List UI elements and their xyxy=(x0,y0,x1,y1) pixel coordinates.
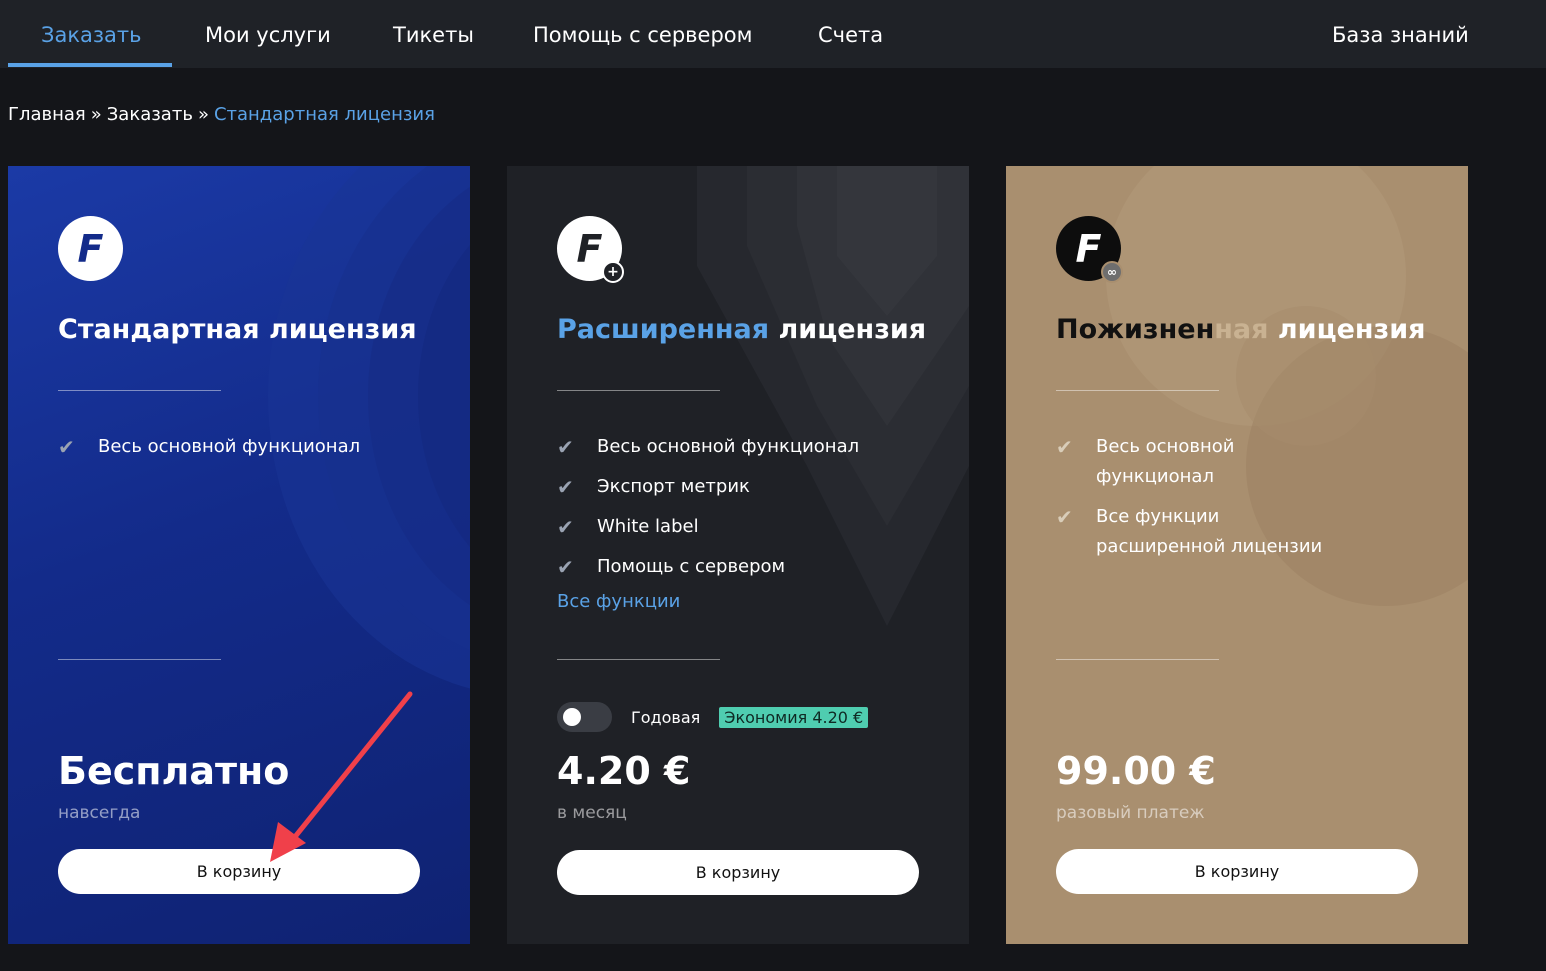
feature-item: ✔ Весь основной функционал xyxy=(1056,432,1346,492)
plan-price: Бесплатно xyxy=(58,749,290,793)
infinity-badge-icon: ∞ xyxy=(1101,261,1123,283)
plan-price-note: в месяц xyxy=(557,803,627,823)
plan-title-highlight: Расширенная xyxy=(557,314,770,345)
breadcrumb-order-link[interactable]: Заказать xyxy=(107,104,193,125)
checkmark-icon: ✔ xyxy=(58,435,75,459)
plan-price-note: навсегда xyxy=(58,803,141,823)
checkmark-icon: ✔ xyxy=(557,475,574,499)
feature-item: ✔ Помощь с сервером xyxy=(557,552,927,582)
plan-card-extended: F + Расширенная лицензия ✔ Весь основной ф… xyxy=(507,166,969,944)
nav-item-order[interactable]: Заказать xyxy=(41,0,142,68)
divider xyxy=(557,659,720,660)
nav-item-tickets[interactable]: Тикеты xyxy=(393,0,474,68)
toggle-knob xyxy=(563,708,581,726)
feature-list: ✔ Весь основной функционал xyxy=(58,432,428,472)
yearly-billing-toggle[interactable] xyxy=(557,702,612,732)
nav-active-underline xyxy=(8,63,172,67)
checkmark-icon: ✔ xyxy=(1056,435,1073,459)
top-navigation-bar: Заказать Мои услуги Тикеты Помощь с серв… xyxy=(0,0,1546,68)
all-features-link[interactable]: Все функции xyxy=(557,591,680,612)
plan-card-lifetime: F ∞ Пожизненная лицензия ✔ Весь основной ф… xyxy=(1006,166,1468,944)
plan-title-highlight: ная xyxy=(1214,314,1269,345)
checkmark-icon: ✔ xyxy=(557,435,574,459)
add-to-cart-button-lifetime[interactable]: В корзину xyxy=(1056,849,1418,894)
plus-badge-icon: + xyxy=(602,261,624,283)
breadcrumb-separator: » xyxy=(90,104,102,125)
yearly-billing-label: Годовая xyxy=(631,707,701,727)
plan-price: 4.20 € xyxy=(557,749,691,793)
nav-item-knowledge-base[interactable]: База знаний xyxy=(1332,0,1469,68)
breadcrumb-home-link[interactable]: Главная xyxy=(8,104,86,125)
divider xyxy=(1056,390,1219,391)
divider xyxy=(1056,659,1219,660)
nav-item-my-services[interactable]: Мои услуги xyxy=(205,0,331,68)
breadcrumb: Главная» Заказать» Стандартная лицензия xyxy=(8,104,435,125)
flow-logo-icon: F ∞ xyxy=(1056,216,1123,283)
breadcrumb-current: Стандартная лицензия xyxy=(213,104,435,125)
plan-price: 99.00 € xyxy=(1056,749,1216,793)
plan-title-rest: лицензия xyxy=(769,314,927,345)
plan-title: Пожизненная лицензия xyxy=(1056,314,1426,345)
divider xyxy=(557,390,720,391)
plan-title: Расширенная лицензия xyxy=(557,314,926,345)
plan-title: Стандартная лицензия xyxy=(58,314,417,345)
add-to-cart-button-extended[interactable]: В корзину xyxy=(557,850,919,895)
billing-period-row: Годовая Экономия 4.20 € xyxy=(557,702,869,732)
checkmark-icon: ✔ xyxy=(557,515,574,539)
checkmark-icon: ✔ xyxy=(557,555,574,579)
feature-item: ✔ White label xyxy=(557,512,927,542)
plan-card-standard: F Стандартная лицензия ✔ Весь основной фу… xyxy=(8,166,470,944)
plan-price-note: разовый платеж xyxy=(1056,803,1205,823)
flow-logo-icon: F + xyxy=(557,216,624,283)
savings-badge: Экономия 4.20 € xyxy=(719,706,869,728)
divider xyxy=(58,659,221,660)
flow-logo-icon: F xyxy=(58,216,123,281)
feature-item: ✔ Весь основной функционал xyxy=(58,432,428,462)
feature-item: ✔ Все функции расширенной лицензии xyxy=(1056,502,1346,562)
feature-list: ✔ Весь основной функционал ✔ Экспорт метри… xyxy=(557,432,927,612)
nav-item-invoices[interactable]: Счета xyxy=(818,0,883,68)
card-background-pattern xyxy=(268,166,470,689)
checkmark-icon: ✔ xyxy=(1056,505,1073,529)
add-to-cart-button-standard[interactable]: В корзину xyxy=(58,849,420,894)
feature-list: ✔ Весь основной функционал ✔ Все функции р… xyxy=(1056,432,1346,572)
nav-item-server-help[interactable]: Помощь с сервером xyxy=(533,0,753,68)
divider xyxy=(58,390,221,391)
feature-item: ✔ Экспорт метрик xyxy=(557,472,927,502)
breadcrumb-separator: » xyxy=(197,104,209,125)
feature-item: ✔ Весь основной функционал xyxy=(557,432,927,462)
plan-title-rest: лицензия xyxy=(1268,314,1426,345)
plan-title-dark: Пожизнен xyxy=(1056,314,1215,345)
